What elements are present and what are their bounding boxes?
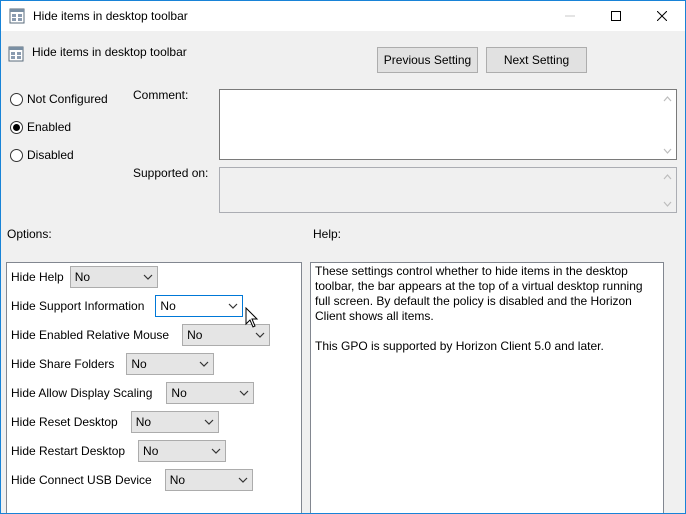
option-hide-reset-desktop: Hide Reset Desktop No xyxy=(11,411,219,433)
option-label: Hide Allow Display Scaling xyxy=(11,386,153,400)
hide-support-information-dropdown[interactable]: No xyxy=(155,295,244,317)
hide-restart-desktop-dropdown[interactable]: No xyxy=(138,440,227,462)
option-hide-support-information: Hide Support Information No xyxy=(11,295,244,317)
option-label: Hide Support Information xyxy=(11,299,145,313)
minimize-icon xyxy=(565,15,575,17)
option-hide-enabled-relative-mouse: Hide Enabled Relative Mouse No xyxy=(11,324,271,346)
chevron-down-icon xyxy=(199,361,209,367)
comment-label: Comment: xyxy=(133,88,189,102)
scroll-down-icon[interactable] xyxy=(659,142,676,159)
title-bar[interactable]: Hide items in desktop toolbar xyxy=(1,1,685,31)
chevron-down-icon xyxy=(255,332,265,338)
mouse-pointer-icon xyxy=(245,307,259,328)
supported-on-field xyxy=(219,167,677,213)
chevron-down-icon xyxy=(238,477,248,483)
policy-dialog: Hide items in desktop toolbar Hide items… xyxy=(0,0,686,514)
chevron-down-icon xyxy=(239,390,249,396)
option-label: Hide Share Folders xyxy=(11,357,115,371)
hide-reset-desktop-dropdown[interactable]: No xyxy=(130,411,219,433)
window-title: Hide items in desktop toolbar xyxy=(33,9,188,23)
option-hide-allow-display-scaling: Hide Allow Display Scaling No xyxy=(11,382,255,404)
close-icon xyxy=(657,11,667,21)
radio-label: Not Configured xyxy=(27,92,108,106)
scroll-up-icon[interactable] xyxy=(659,90,676,107)
comment-scrollbar[interactable] xyxy=(659,90,676,159)
supported-on-label: Supported on: xyxy=(133,166,209,180)
option-hide-connect-usb-device: Hide Connect USB Device No xyxy=(11,469,253,491)
chevron-down-icon xyxy=(228,303,238,309)
option-hide-restart-desktop: Hide Restart Desktop No xyxy=(11,440,227,462)
scroll-down-icon[interactable] xyxy=(659,195,676,212)
option-hide-share-folders: Hide Share Folders No xyxy=(11,353,215,375)
policy-icon xyxy=(8,46,24,62)
hide-share-folders-dropdown[interactable]: No xyxy=(126,353,215,375)
hide-help-dropdown[interactable]: No xyxy=(69,266,158,288)
option-label: Hide Enabled Relative Mouse xyxy=(11,328,170,342)
chevron-down-icon xyxy=(143,274,153,280)
supported-on-scrollbar[interactable] xyxy=(659,168,676,212)
chevron-down-icon xyxy=(211,448,221,454)
options-section-label: Options: xyxy=(7,227,52,241)
policy-icon xyxy=(9,8,25,24)
scroll-up-icon[interactable] xyxy=(659,168,676,185)
radio-circle xyxy=(10,148,23,162)
radio-enabled[interactable]: Enabled xyxy=(10,119,71,135)
radio-label: Disabled xyxy=(27,148,74,162)
option-hide-help: Hide Help No xyxy=(11,266,158,288)
minimize-button[interactable] xyxy=(547,1,593,31)
maximize-button[interactable] xyxy=(593,1,639,31)
radio-label: Enabled xyxy=(27,120,72,134)
maximize-icon xyxy=(611,11,621,21)
hide-connect-usb-device-dropdown[interactable]: No xyxy=(164,469,253,491)
next-setting-button[interactable]: Next Setting xyxy=(486,47,587,73)
close-button[interactable] xyxy=(639,1,685,31)
previous-setting-button[interactable]: Previous Setting xyxy=(377,47,478,73)
hide-allow-display-scaling-dropdown[interactable]: No xyxy=(166,382,255,404)
policy-name: Hide items in desktop toolbar xyxy=(32,45,187,59)
option-label: Hide Restart Desktop xyxy=(11,444,126,458)
option-label: Hide Reset Desktop xyxy=(11,415,118,429)
radio-not-configured[interactable]: Not Configured xyxy=(10,91,108,107)
radio-circle-selected xyxy=(10,120,23,134)
option-label: Hide Connect USB Device xyxy=(11,473,152,487)
option-label: Hide Help xyxy=(11,270,64,284)
comment-field[interactable] xyxy=(219,89,677,160)
chevron-down-icon xyxy=(204,419,214,425)
radio-circle xyxy=(10,92,23,106)
help-section-label: Help: xyxy=(313,227,342,241)
radio-disabled[interactable]: Disabled xyxy=(10,147,74,163)
help-text: These settings control whether to hide i… xyxy=(315,264,643,353)
